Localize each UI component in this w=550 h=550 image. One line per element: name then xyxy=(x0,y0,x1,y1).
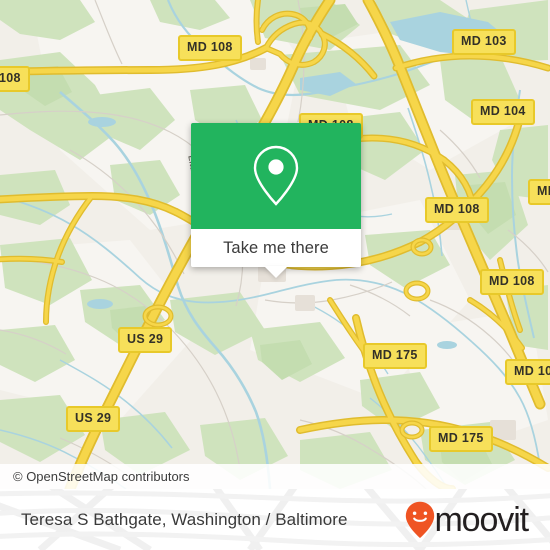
place-title: Teresa S Bathgate, Washington / Baltimor… xyxy=(21,509,348,529)
moovit-brand[interactable]: moovit xyxy=(405,501,529,539)
map-pin-icon xyxy=(250,144,302,208)
map-attribution-bar: © OpenStreetMap contributors xyxy=(0,464,550,489)
moovit-wordmark: moovit xyxy=(434,501,529,539)
map-screenshot-root: MD 108 108 MD 108 MD 103 MD 104 MD 108 M… xyxy=(0,0,550,550)
road-shield: MD 108 xyxy=(505,359,550,385)
road-shield: US 29 xyxy=(66,406,121,432)
footer-bar: Teresa S Bathgate, Washington / Baltimor… xyxy=(0,489,550,550)
road-shield: MD 108 xyxy=(425,197,489,223)
popup-header xyxy=(191,123,361,229)
road-shield: MD 175 xyxy=(363,343,427,369)
road-shield: MD 108 xyxy=(480,269,544,295)
popup-pointer-tail xyxy=(264,266,288,278)
take-me-there-label: Take me there xyxy=(223,238,329,257)
road-shield: 108 xyxy=(0,66,30,92)
road-shield: MD 175 xyxy=(429,426,493,452)
map-canvas[interactable]: MD 108 108 MD 108 MD 103 MD 104 MD 108 M… xyxy=(0,0,550,489)
moovit-pin-smiley-icon xyxy=(405,501,435,539)
road-shield: MD 108 xyxy=(178,35,242,61)
road-shield: MD 103 xyxy=(452,29,516,55)
road-shield: MD 108 xyxy=(528,179,550,205)
location-popup-card[interactable]: Take me there xyxy=(191,123,361,278)
take-me-there-button[interactable]: Take me there xyxy=(191,229,361,267)
osm-attribution-text: © OpenStreetMap contributors xyxy=(13,469,190,484)
road-shield: MD 104 xyxy=(471,99,535,125)
road-shield: US 29 xyxy=(118,327,173,353)
